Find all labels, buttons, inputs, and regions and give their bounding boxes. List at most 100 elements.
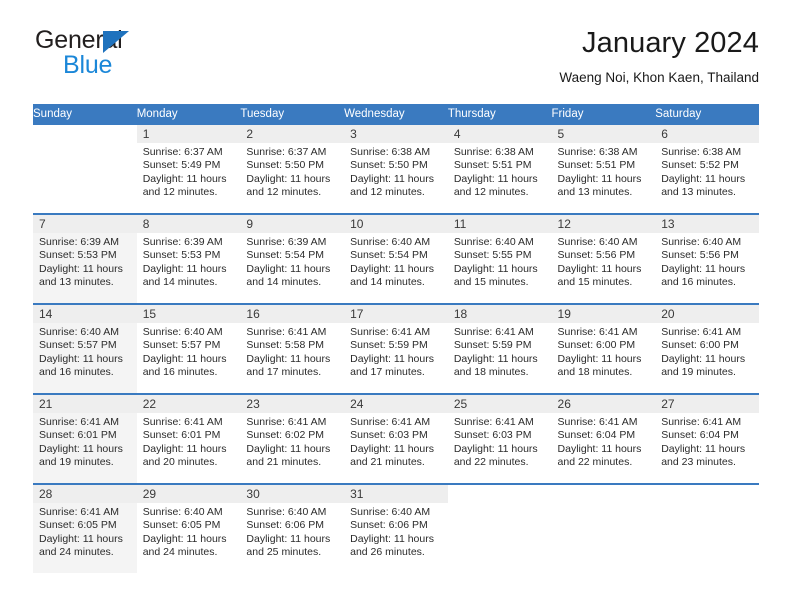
day-cell[interactable]: 12 Sunrise: 6:40 AM Sunset: 5:56 PM Dayl… [551, 215, 656, 303]
daylight-text-line2: and 22 minutes. [557, 456, 633, 469]
day-cell[interactable]: 14 Sunrise: 6:40 AM Sunset: 5:57 PM Dayl… [33, 305, 137, 393]
sunrise-text: Sunrise: 6:37 AM [246, 146, 327, 158]
day-details: Sunrise: 6:40 AM Sunset: 6:06 PM Dayligh… [240, 503, 344, 560]
sunset-text: Sunset: 6:04 PM [661, 429, 739, 442]
daylight-text-line1: Daylight: 11 hours [350, 172, 434, 185]
daylight-text-line1: Daylight: 11 hours [39, 262, 123, 275]
general-blue-logo[interactable]: General Blue [33, 26, 243, 86]
day-details: Sunrise: 6:41 AM Sunset: 5:59 PM Dayligh… [344, 323, 448, 380]
daylight-text-line1: Daylight: 11 hours [557, 352, 642, 365]
day-cell[interactable]: 28 Sunrise: 6:41 AM Sunset: 6:05 PM Dayl… [33, 485, 137, 573]
day-cell[interactable]: 18 Sunrise: 6:41 AM Sunset: 5:59 PM Dayl… [447, 305, 552, 393]
sunrise-text: Sunrise: 6:39 AM [142, 236, 223, 248]
daylight-text-line1: Daylight: 11 hours [661, 262, 746, 275]
day-cell[interactable]: 4 Sunrise: 6:38 AM Sunset: 5:51 PM Dayli… [447, 125, 552, 213]
day-cell[interactable]: 19 Sunrise: 6:41 AM Sunset: 6:00 PM Dayl… [551, 305, 656, 393]
day-cell[interactable]: 10 Sunrise: 6:40 AM Sunset: 5:54 PM Dayl… [344, 215, 448, 303]
day-cell[interactable]: 25 Sunrise: 6:41 AM Sunset: 6:03 PM Dayl… [447, 395, 552, 483]
day-cell[interactable]: 13 Sunrise: 6:40 AM Sunset: 5:56 PM Dayl… [655, 215, 759, 303]
daylight-text-line1: Daylight: 11 hours [557, 442, 642, 455]
weekday-header-row: Sunday Monday Tuesday Wednesday Thursday… [33, 104, 759, 125]
day-number: 28 [33, 485, 137, 503]
day-details: Sunrise: 6:41 AM Sunset: 6:03 PM Dayligh… [448, 413, 552, 470]
day-number: 31 [344, 485, 448, 503]
day-number: 30 [240, 485, 345, 503]
day-cell[interactable]: 21 Sunrise: 6:41 AM Sunset: 6:01 PM Dayl… [33, 395, 137, 483]
day-cell[interactable]: 30 Sunrise: 6:40 AM Sunset: 6:06 PM Dayl… [240, 485, 345, 573]
day-cell[interactable]: 17 Sunrise: 6:41 AM Sunset: 5:59 PM Dayl… [344, 305, 448, 393]
day-cell[interactable]: 29 Sunrise: 6:40 AM Sunset: 6:05 PM Dayl… [136, 485, 241, 573]
day-cell[interactable]: 6 Sunrise: 6:38 AM Sunset: 5:52 PM Dayli… [655, 125, 759, 213]
day-cell [655, 485, 759, 573]
day-cell[interactable]: 20 Sunrise: 6:41 AM Sunset: 6:00 PM Dayl… [655, 305, 759, 393]
day-details: Sunrise: 6:38 AM Sunset: 5:52 PM Dayligh… [655, 143, 759, 200]
day-cell[interactable]: 26 Sunrise: 6:41 AM Sunset: 6:04 PM Dayl… [551, 395, 656, 483]
day-cell[interactable]: 11 Sunrise: 6:40 AM Sunset: 5:55 PM Dayl… [447, 215, 552, 303]
daylight-text-line2: and 19 minutes. [661, 366, 736, 379]
daylight-text-line1: Daylight: 11 hours [661, 352, 746, 365]
day-cell[interactable]: 7 Sunrise: 6:39 AM Sunset: 5:53 PM Dayli… [33, 215, 137, 303]
day-cell[interactable]: 9 Sunrise: 6:39 AM Sunset: 5:54 PM Dayli… [240, 215, 345, 303]
sunrise-text: Sunrise: 6:41 AM [557, 326, 638, 338]
sunrise-text: Sunrise: 6:41 AM [246, 416, 327, 428]
day-details: Sunrise: 6:41 AM Sunset: 6:01 PM Dayligh… [137, 413, 241, 470]
day-cell[interactable]: 16 Sunrise: 6:41 AM Sunset: 5:58 PM Dayl… [240, 305, 345, 393]
day-cell[interactable]: 24 Sunrise: 6:41 AM Sunset: 6:03 PM Dayl… [344, 395, 448, 483]
day-cell[interactable]: 2 Sunrise: 6:37 AM Sunset: 5:50 PM Dayli… [240, 125, 345, 213]
logo-triangle-icon [103, 31, 129, 53]
day-details: Sunrise: 6:41 AM Sunset: 6:02 PM Dayligh… [240, 413, 344, 470]
daylight-text-line2: and 17 minutes. [246, 366, 322, 379]
day-number: 13 [655, 215, 759, 233]
daylight-text-line2: and 25 minutes. [246, 546, 322, 559]
daylight-text-line1: Daylight: 11 hours [142, 172, 227, 185]
day-cell[interactable]: 3 Sunrise: 6:38 AM Sunset: 5:50 PM Dayli… [344, 125, 448, 213]
day-details: Sunrise: 6:40 AM Sunset: 5:55 PM Dayligh… [448, 233, 552, 290]
day-cell[interactable]: 31 Sunrise: 6:40 AM Sunset: 6:06 PM Dayl… [344, 485, 448, 573]
day-details: Sunrise: 6:38 AM Sunset: 5:50 PM Dayligh… [344, 143, 448, 200]
day-details [33, 143, 137, 146]
sunset-text: Sunset: 6:01 PM [39, 429, 117, 442]
daylight-text-line2: and 12 minutes. [246, 186, 322, 199]
day-number: 23 [240, 395, 345, 413]
sunrise-text: Sunrise: 6:40 AM [661, 236, 742, 248]
sunset-text: Sunset: 6:05 PM [39, 519, 117, 532]
daylight-text-line1: Daylight: 11 hours [453, 172, 538, 185]
daylight-text-line2: and 22 minutes. [453, 456, 529, 469]
day-number: 29 [136, 485, 241, 503]
sunset-text: Sunset: 6:03 PM [453, 429, 532, 442]
weekday-header-monday: Monday [136, 104, 241, 125]
daylight-text-line2: and 13 minutes. [661, 186, 736, 199]
daylight-text-line2: and 17 minutes. [350, 366, 425, 379]
sunrise-text: Sunrise: 6:40 AM [39, 326, 119, 338]
sunset-text: Sunset: 5:57 PM [39, 339, 117, 352]
day-cell[interactable]: 27 Sunrise: 6:41 AM Sunset: 6:04 PM Dayl… [655, 395, 759, 483]
sunset-text: Sunset: 5:52 PM [661, 159, 739, 172]
day-cell[interactable]: 23 Sunrise: 6:41 AM Sunset: 6:02 PM Dayl… [240, 395, 345, 483]
daylight-text-line1: Daylight: 11 hours [39, 442, 123, 455]
day-details: Sunrise: 6:37 AM Sunset: 5:49 PM Dayligh… [137, 143, 241, 200]
sunrise-text: Sunrise: 6:41 AM [39, 506, 119, 518]
daylight-text-line2: and 20 minutes. [142, 456, 218, 469]
sunrise-text: Sunrise: 6:39 AM [39, 236, 119, 248]
day-cell[interactable]: 5 Sunrise: 6:38 AM Sunset: 5:51 PM Dayli… [551, 125, 656, 213]
sunrise-text: Sunrise: 6:40 AM [142, 326, 223, 338]
day-cell[interactable]: 15 Sunrise: 6:40 AM Sunset: 5:57 PM Dayl… [136, 305, 241, 393]
sunset-text: Sunset: 6:00 PM [661, 339, 739, 352]
day-cell[interactable]: 1 Sunrise: 6:37 AM Sunset: 5:49 PM Dayli… [136, 125, 241, 213]
day-number: 7 [33, 215, 137, 233]
day-number: 5 [551, 125, 656, 143]
day-number: 22 [136, 395, 241, 413]
day-details: Sunrise: 6:37 AM Sunset: 5:50 PM Dayligh… [240, 143, 344, 200]
daylight-text-line1: Daylight: 11 hours [661, 442, 746, 455]
day-number: 21 [33, 395, 137, 413]
day-number [33, 125, 137, 143]
day-cell[interactable]: 22 Sunrise: 6:41 AM Sunset: 6:01 PM Dayl… [136, 395, 241, 483]
day-number: 15 [136, 305, 241, 323]
logo-text-blue: Blue [63, 51, 113, 79]
day-cell[interactable]: 8 Sunrise: 6:39 AM Sunset: 5:53 PM Dayli… [136, 215, 241, 303]
week-row: 28 Sunrise: 6:41 AM Sunset: 6:05 PM Dayl… [33, 485, 759, 573]
sunset-text: Sunset: 5:55 PM [453, 249, 532, 262]
daylight-text-line1: Daylight: 11 hours [246, 532, 331, 545]
week-row: 7 Sunrise: 6:39 AM Sunset: 5:53 PM Dayli… [33, 215, 759, 303]
day-cell [551, 485, 656, 573]
